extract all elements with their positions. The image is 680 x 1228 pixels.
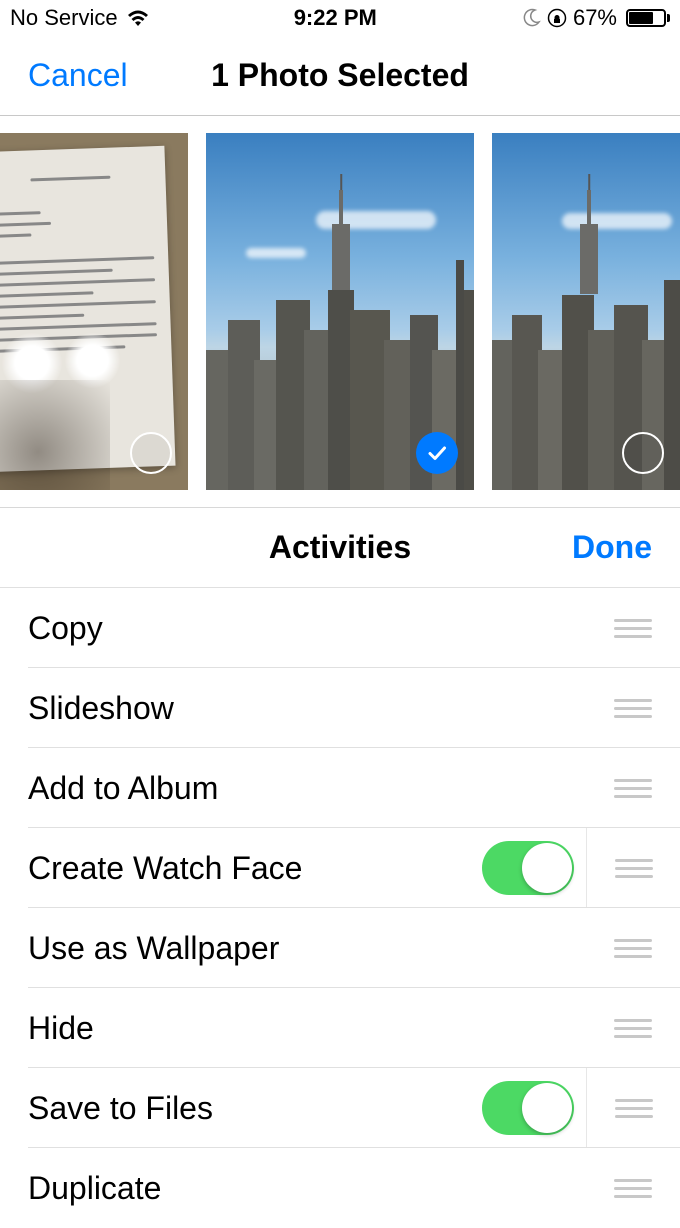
activity-row-duplicate: Duplicate [0,1148,680,1228]
activity-toggle[interactable] [482,1081,574,1135]
drag-handle[interactable] [586,988,680,1068]
activity-label: Duplicate [28,1170,586,1207]
photo-strip[interactable] [0,116,680,508]
battery-percent: 67% [573,5,617,31]
activity-label: Copy [28,610,586,647]
photo-thumbnail[interactable] [492,133,680,490]
battery-icon [623,9,670,27]
moon-icon [521,8,541,28]
activity-label: Add to Album [28,770,586,807]
activities-header: Activities Done [0,508,680,588]
activity-row-create-watch-face: Create Watch Face [0,828,680,908]
activities-list: Copy Slideshow Add to Album Create Watch… [0,588,680,1228]
drag-handle[interactable] [586,668,680,748]
drag-handle[interactable] [586,828,680,908]
selection-badge[interactable] [130,432,172,474]
drag-handle[interactable] [586,1068,680,1148]
activity-label: Hide [28,1010,586,1047]
activity-row-copy: Copy [0,588,680,668]
activity-label: Create Watch Face [28,850,482,887]
activity-label: Use as Wallpaper [28,930,586,967]
activity-toggle[interactable] [482,841,574,895]
drag-handle[interactable] [586,748,680,828]
photo-thumbnail[interactable] [0,133,188,490]
orientation-lock-icon [547,8,567,28]
activity-label: Slideshow [28,690,586,727]
activity-row-add-to-album: Add to Album [0,748,680,828]
nav-bar: Cancel 1 Photo Selected [0,36,680,116]
drag-handle[interactable] [586,1148,680,1228]
carrier-label: No Service [10,5,118,31]
activity-row-slideshow: Slideshow [0,668,680,748]
cancel-button[interactable]: Cancel [28,57,128,94]
photo-thumbnail[interactable] [206,133,474,490]
drag-handle[interactable] [586,588,680,668]
activity-row-use-as-wallpaper: Use as Wallpaper [0,908,680,988]
drag-handle[interactable] [586,908,680,988]
wifi-icon [126,9,150,27]
activity-label: Save to Files [28,1090,482,1127]
status-bar: No Service 9:22 PM 67% [0,0,680,36]
activity-row-save-to-files: Save to Files [0,1068,680,1148]
activity-row-hide: Hide [0,988,680,1068]
clock: 9:22 PM [150,5,521,31]
selection-badge[interactable] [622,432,664,474]
selection-badge-checked[interactable] [416,432,458,474]
checkmark-icon [425,441,449,465]
done-button[interactable]: Done [572,529,652,566]
